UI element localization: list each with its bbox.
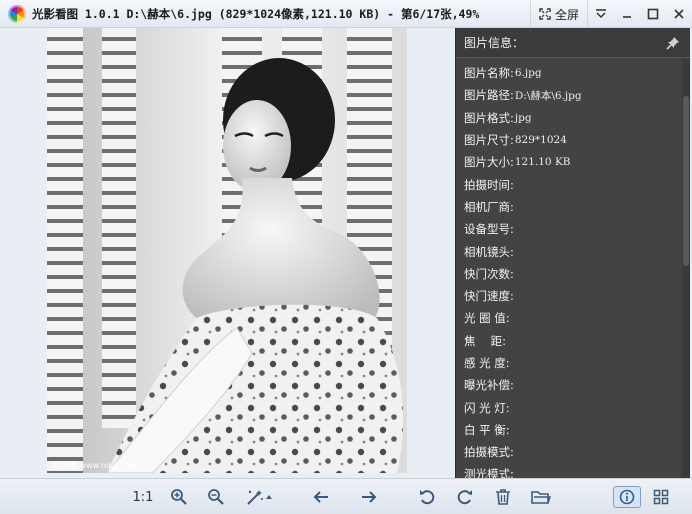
info-key: 闪 光 灯: [464,400,510,415]
info-row: 图片格式: jpg [456,107,690,129]
maximize-icon [647,8,659,20]
rotate-left-icon [420,490,435,505]
info-icon [619,489,635,505]
info-key: 相机厂商: [464,199,514,214]
thumbnail-view-button[interactable] [648,486,674,508]
info-row: 测光模式: [456,463,690,478]
app-logo-icon [8,4,26,23]
zoom-in-button[interactable] [166,486,192,508]
image-viewer[interactable]: 昵图网 www.nipic.com [0,28,455,478]
info-key: 图片尺寸: [464,133,514,148]
info-row: 图片尺寸: 829*1024 [456,129,690,151]
next-image-button[interactable] [356,486,382,508]
arrow-left-icon [313,491,328,503]
info-value: 121.10 KB [514,156,571,169]
info-key: 光 圈 值: [464,311,510,326]
info-value: D:\赫本\6.jpg [514,89,582,102]
info-key: 图片名称: [464,66,514,81]
info-list: 图片名称: 6.jpg 图片路径: D:\赫本\6.jpg 图片格式: jpg 图片尺寸: 8… [456,58,690,478]
info-key: 相机镜头: [464,244,514,259]
actual-size-button[interactable]: 1:1 [128,486,158,508]
actual-size-label: 1:1 [132,489,154,505]
magic-edit-button[interactable] [238,486,280,508]
zoom-out-icon [208,489,224,505]
info-row: 闪 光 灯: [456,396,690,418]
info-row: 感 光 度: [456,352,690,374]
info-row: 快门次数: [456,263,690,285]
image-info-button[interactable] [613,486,641,508]
fullscreen-icon [539,8,551,20]
info-value: 6.jpg [514,67,542,80]
zoom-in-icon [171,489,187,505]
close-button[interactable] [666,0,692,28]
delete-button[interactable] [490,486,516,508]
info-key: 测光模式: [464,467,514,478]
info-row: 图片名称: 6.jpg [456,62,690,84]
rotate-left-button[interactable] [414,486,440,508]
rotate-right-icon [457,490,472,505]
info-row: 曝光补偿: [456,374,690,396]
info-scrollbar[interactable] [682,58,690,478]
fullscreen-label: 全屏 [554,7,579,22]
watermark-text: 昵图网 www.nipic.com [53,461,140,470]
menu-button[interactable] [588,0,614,28]
previous-image-button[interactable] [308,486,334,508]
minimize-icon [623,16,631,18]
trash-icon [496,489,510,505]
maximize-button[interactable] [640,0,666,28]
fullscreen-button[interactable]: 全屏 [529,0,588,28]
info-row: 图片大小: 121.10 KB [456,151,690,173]
info-row: 设备型号: [456,218,690,240]
magic-wand-icon [247,490,263,505]
info-row: 拍摄时间: [456,173,690,195]
portrait-image: 昵图网 www.nipic.com [47,28,407,473]
info-key: 快门次数: [464,266,514,281]
window-controls: 全屏 [529,0,692,28]
info-panel: 图片信息： 图片名称: 6.jpg 图片路径: D:\赫本\6.jpg 图片格式: jpg… [455,28,690,478]
info-row: 光 圈 值: [456,307,690,329]
grid-icon [653,489,669,505]
info-key: 拍摄模式: [464,445,514,460]
info-row: 相机厂商: [456,196,690,218]
info-value: 829*1024 [514,134,567,147]
arrow-right-icon [362,491,377,503]
info-key: 曝光补偿: [464,378,514,393]
info-value: jpg [514,111,532,124]
photo: 昵图网 www.nipic.com [47,28,407,473]
title-bar: 光影看图 1.0.1 D:\赫本\6.jpg (829*1024像素,121.1… [0,0,692,28]
dropdown-arrow-icon [266,495,272,499]
scrollbar-thumb[interactable] [683,96,689,266]
info-row: 快门速度: [456,285,690,307]
info-row: 相机镜头: [456,240,690,262]
info-key: 设备型号: [464,222,514,237]
info-panel-header: 图片信息： [456,28,690,58]
info-row: 拍摄模式: [456,441,690,463]
close-icon [674,9,684,19]
info-panel-title: 图片信息： [464,36,525,50]
folder-icon [531,491,551,504]
info-key: 焦 距: [464,333,507,348]
open-folder-button[interactable] [528,486,554,508]
info-key: 白 平 衡: [464,422,510,437]
info-key: 感 光 度: [464,356,510,370]
info-row: 焦 距: [456,330,690,352]
zoom-out-button[interactable] [203,486,229,508]
info-key: 拍摄时间: [464,177,514,192]
window-title: 光影看图 1.0.1 D:\赫本\6.jpg (829*1024像素,121.1… [32,6,480,21]
info-row: 图片路径: D:\赫本\6.jpg [456,84,690,106]
info-key: 图片路径: [464,88,514,103]
info-key: 图片大小: [464,155,514,170]
info-key: 图片格式: [464,110,514,125]
info-row: 白 平 衡: [456,419,690,441]
info-key: 快门速度: [464,289,514,304]
menu-icon [596,9,606,19]
minimize-button[interactable] [614,0,640,28]
rotate-right-button[interactable] [452,486,478,508]
bottom-toolbar: 1:1 [0,478,692,514]
pin-icon[interactable] [666,36,680,50]
